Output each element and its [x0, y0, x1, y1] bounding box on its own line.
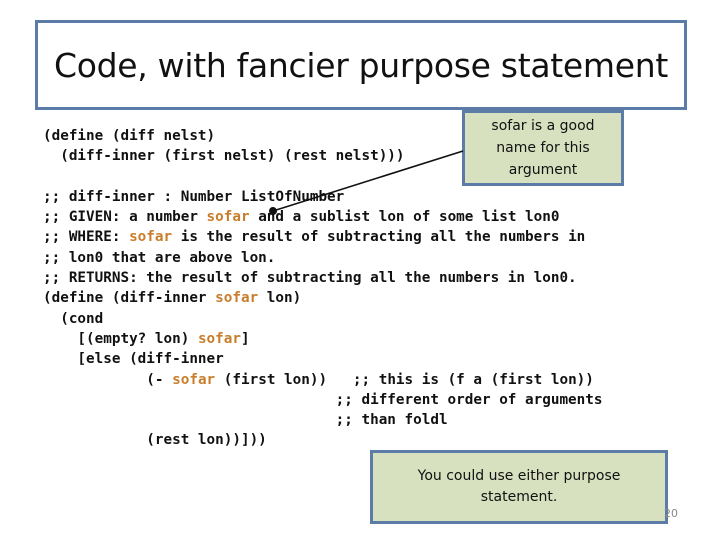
- slide-title: Code, with fancier purpose statement: [53, 45, 669, 85]
- code-text: ;; lon0 that are above lon.: [43, 249, 276, 266]
- code-line: ;; than foldl: [43, 410, 602, 430]
- code-line: ;; GIVEN: a number sofar and a sublist l…: [43, 207, 602, 227]
- code-line: ;; WHERE: sofar is the result of subtrac…: [43, 227, 602, 247]
- code-line: ;; different order of arguments: [43, 390, 603, 410]
- code-line: (rest lon))])): [43, 430, 602, 450]
- code-text: ;; different order of arguments: [43, 391, 603, 408]
- callout-purpose-text: You could use either purpose statement.: [417, 468, 621, 505]
- code-line: (define (diff-inner sofar lon): [43, 288, 602, 308]
- code-text: lon): [258, 290, 302, 307]
- code-line: [else (diff-inner: [43, 349, 602, 369]
- code-line: ;; diff-inner : Number ListOfNumber: [43, 187, 602, 207]
- highlighted-identifier: sofar: [215, 290, 259, 307]
- callout-sofar-note: sofar is a good name for this argument: [462, 110, 624, 186]
- code-text: ;; RETURNS: the result of subtracting al…: [43, 270, 577, 287]
- code-text: (first lon)) ;; this is (f a (first lon)…: [215, 371, 594, 388]
- code-text: ]: [240, 330, 250, 347]
- code-text: (-: [43, 371, 173, 388]
- code-line: (- sofar (first lon)) ;; this is (f a (f…: [43, 370, 602, 390]
- code-text: (diff-inner (first nelst) (rest nelst))): [43, 148, 405, 165]
- slide-title-box: Code, with fancier purpose statement: [35, 20, 687, 110]
- code-line: [(empty? lon) sofar]: [43, 329, 602, 349]
- page-number: 20: [664, 507, 678, 520]
- callout-purpose-note: You could use either purpose statement.: [370, 450, 668, 524]
- code-text: [(empty? lon): [43, 330, 198, 347]
- callout-sofar-text: sofar is a good name for this argument: [491, 118, 595, 178]
- code-text: and a sublist lon of some list lon0: [249, 209, 560, 226]
- code-line: ;; lon0 that are above lon.: [43, 248, 602, 268]
- code-text: [else (diff-inner: [43, 351, 224, 368]
- code-text: ;; WHERE:: [43, 229, 130, 246]
- code-text: (define (diff nelst): [43, 128, 216, 144]
- code-line: (cond: [43, 309, 602, 329]
- code-text: (rest lon))])): [43, 432, 267, 449]
- code-line: ;; RETURNS: the result of subtracting al…: [43, 268, 602, 288]
- code-text: is the result of subtracting all the num…: [172, 229, 586, 246]
- code-text: ;; GIVEN: a number: [43, 209, 207, 226]
- code-text: ;; than foldl: [43, 412, 448, 429]
- highlighted-identifier: sofar: [197, 330, 241, 347]
- code-text: (cond: [43, 310, 104, 327]
- code-text: (define (diff-inner: [43, 290, 216, 307]
- highlighted-identifier: sofar: [129, 229, 173, 246]
- highlighted-identifier: sofar: [172, 371, 216, 388]
- highlighted-identifier: sofar: [206, 209, 250, 226]
- code-text: ;; diff-inner : Number ListOfNumber: [43, 188, 345, 205]
